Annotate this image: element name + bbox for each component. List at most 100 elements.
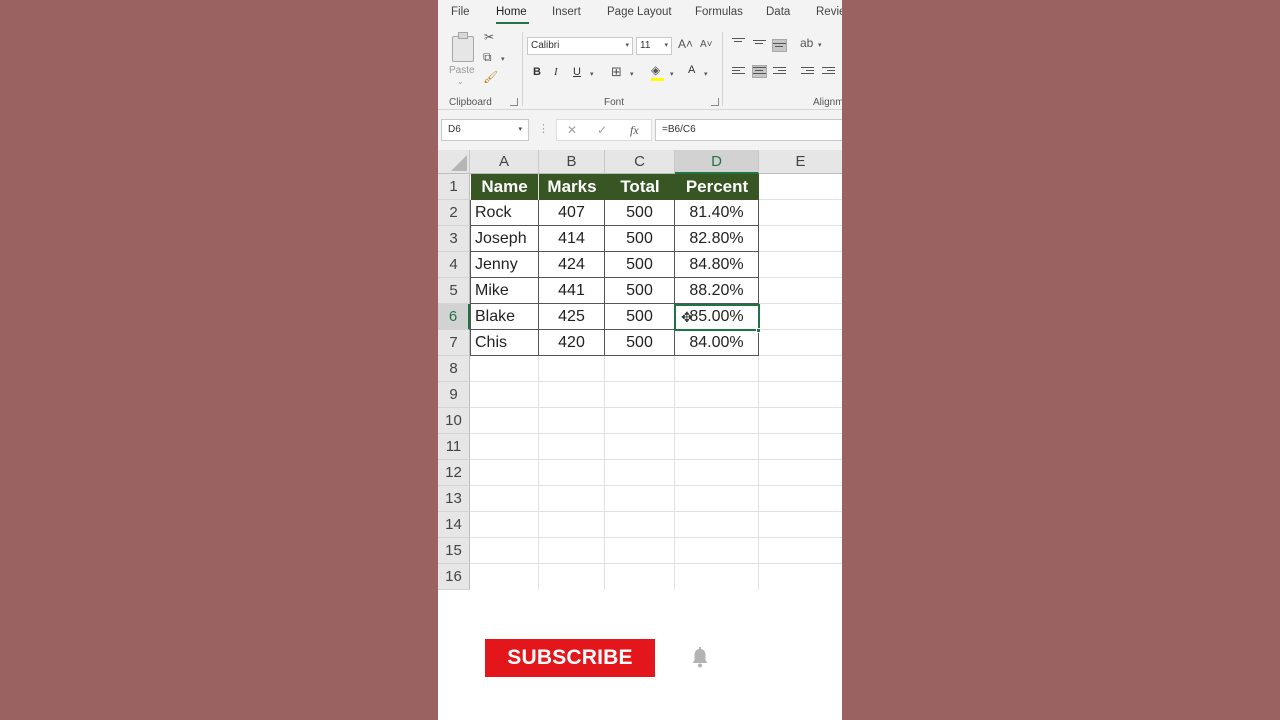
table-cell[interactable]: 425 (539, 304, 605, 330)
bold-button[interactable]: B (533, 66, 541, 78)
bottom-align-icon[interactable] (772, 39, 787, 52)
table-cell[interactable]: 81.40% (675, 200, 759, 226)
font-launcher-icon[interactable] (711, 98, 719, 106)
underline-button[interactable]: U (573, 66, 581, 78)
row-header-10[interactable]: 10 (438, 408, 470, 434)
borders-icon[interactable]: ⊞ (611, 64, 622, 80)
orientation-icon[interactable]: ab (800, 36, 813, 50)
table-cell[interactable]: 500 (605, 330, 675, 356)
cut-icon[interactable]: ✂ (484, 30, 494, 44)
table-cell[interactable]: 441 (539, 278, 605, 304)
row-header-7[interactable]: 7 (438, 330, 470, 356)
header-cell-total[interactable]: Total (605, 174, 675, 200)
row-header-11[interactable]: 11 (438, 434, 470, 460)
table-cell[interactable]: 500 (605, 226, 675, 252)
tab-review[interactable]: Revie (816, 6, 842, 18)
table-cell[interactable]: Mike (471, 278, 539, 304)
row-header-9[interactable]: 9 (438, 382, 470, 408)
table-cell[interactable]: 88.20% (675, 278, 759, 304)
table-cell[interactable]: 424 (539, 252, 605, 278)
table-cell[interactable]: Rock (471, 200, 539, 226)
decrease-indent-icon[interactable] (801, 67, 814, 78)
row-header-5[interactable]: 5 (438, 278, 470, 304)
decrease-font-icon[interactable]: A˅ (700, 39, 713, 50)
row-header-16[interactable]: 16 (438, 564, 470, 590)
table-cell[interactable]: Chis (471, 330, 539, 356)
tab-formulas[interactable]: Formulas (695, 6, 743, 18)
tab-insert[interactable]: Insert (552, 6, 581, 18)
table-cell[interactable]: 414 (539, 226, 605, 252)
row-header-15[interactable]: 15 (438, 538, 470, 564)
table-cell[interactable]: 500 (605, 200, 675, 226)
align-right-icon[interactable] (773, 67, 786, 78)
row-header-3[interactable]: 3 (438, 226, 470, 252)
row-header-8[interactable]: 8 (438, 356, 470, 382)
table-cell[interactable]: 500 (605, 278, 675, 304)
table-cell[interactable]: Joseph (471, 226, 539, 252)
table-cell[interactable]: 407 (539, 200, 605, 226)
name-box[interactable]: D6 ▾ (441, 119, 529, 141)
row-header-13[interactable]: 13 (438, 486, 470, 512)
format-painter-icon[interactable]: 🖌 (483, 70, 498, 84)
table-cell[interactable]: 500 (605, 252, 675, 278)
align-left-icon[interactable] (732, 67, 745, 78)
column-header-d[interactable]: D (675, 150, 759, 174)
table-cell[interactable]: 500 (605, 304, 675, 330)
increase-font-icon[interactable]: A˄ (678, 37, 693, 51)
ribbon: Paste ⌄ ✂ ⧉ ▾ 🖌 Clipboard Calibri ▾ 11 ▾… (438, 28, 842, 110)
cancel-icon[interactable]: ✕ (567, 123, 577, 137)
table-cell[interactable]: 84.80% (675, 252, 759, 278)
column-header-a[interactable]: A (470, 150, 539, 174)
column-header-c[interactable]: C (605, 150, 675, 174)
more-icon[interactable]: ⋮ (538, 122, 549, 135)
header-cell-marks[interactable]: Marks (539, 174, 605, 200)
row-header-1[interactable]: 1 (438, 174, 470, 200)
font-size-select[interactable]: 11 ▾ (636, 37, 672, 55)
select-all-corner[interactable] (438, 150, 470, 174)
underline-dropdown-icon[interactable]: ▾ (590, 70, 594, 78)
name-box-value: D6 (448, 124, 461, 135)
insert-function-icon[interactable]: fx (630, 123, 639, 138)
bell-icon[interactable] (691, 647, 709, 669)
paste-button[interactable]: Paste ⌄ (448, 32, 476, 88)
subscribe-button[interactable]: SUBSCRIBE (485, 639, 655, 677)
table-cell[interactable]: Jenny (471, 252, 539, 278)
font-name-select[interactable]: Calibri ▾ (527, 37, 633, 55)
row-header-2[interactable]: 2 (438, 200, 470, 226)
font-color-button[interactable]: A (688, 64, 695, 76)
tab-home[interactable]: Home (496, 6, 527, 18)
clipboard-launcher-icon[interactable] (510, 98, 518, 106)
tab-data[interactable]: Data (766, 6, 790, 18)
enter-icon[interactable]: ✓ (597, 123, 607, 137)
cursor-icon: ✥ (681, 309, 693, 325)
header-cell-name[interactable]: Name (471, 174, 538, 200)
orientation-dropdown-icon[interactable]: ▾ (818, 41, 822, 49)
table-cell[interactable]: 420 (539, 330, 605, 356)
borders-dropdown-icon[interactable]: ▾ (630, 70, 634, 78)
column-header-b[interactable]: B (539, 150, 605, 174)
header-cell-percent[interactable]: Percent (675, 174, 759, 200)
copy-icon[interactable]: ⧉ (483, 50, 492, 65)
italic-button[interactable]: I (554, 66, 558, 78)
tab-page-layout[interactable]: Page Layout (607, 6, 672, 18)
increase-indent-icon[interactable] (822, 67, 835, 78)
middle-align-icon[interactable] (753, 40, 766, 51)
formula-input[interactable]: =B6/C6 (655, 119, 842, 141)
font-color-dropdown-icon[interactable]: ▾ (704, 70, 708, 78)
spreadsheet-grid[interactable]: A B C D E 1 2 3 4 5 6 7 8 9 10 11 12 13 … (438, 150, 842, 590)
fill-handle[interactable] (756, 328, 761, 333)
fill-color-icon[interactable]: ◈ (651, 63, 660, 77)
table-cell[interactable]: Blake (471, 304, 539, 330)
fill-dropdown-icon[interactable]: ▾ (670, 70, 674, 78)
top-align-icon[interactable] (732, 38, 745, 49)
copy-dropdown-icon[interactable]: ▾ (501, 55, 505, 63)
align-center-icon[interactable] (752, 65, 767, 78)
row-header-4[interactable]: 4 (438, 252, 470, 278)
tab-file[interactable]: File (451, 6, 470, 18)
row-header-14[interactable]: 14 (438, 512, 470, 538)
table-cell[interactable]: 84.00% (675, 330, 759, 356)
table-cell[interactable]: 82.80% (675, 226, 759, 252)
row-header-6[interactable]: 6 (438, 304, 470, 330)
column-header-e[interactable]: E (759, 150, 842, 174)
row-header-12[interactable]: 12 (438, 460, 470, 486)
